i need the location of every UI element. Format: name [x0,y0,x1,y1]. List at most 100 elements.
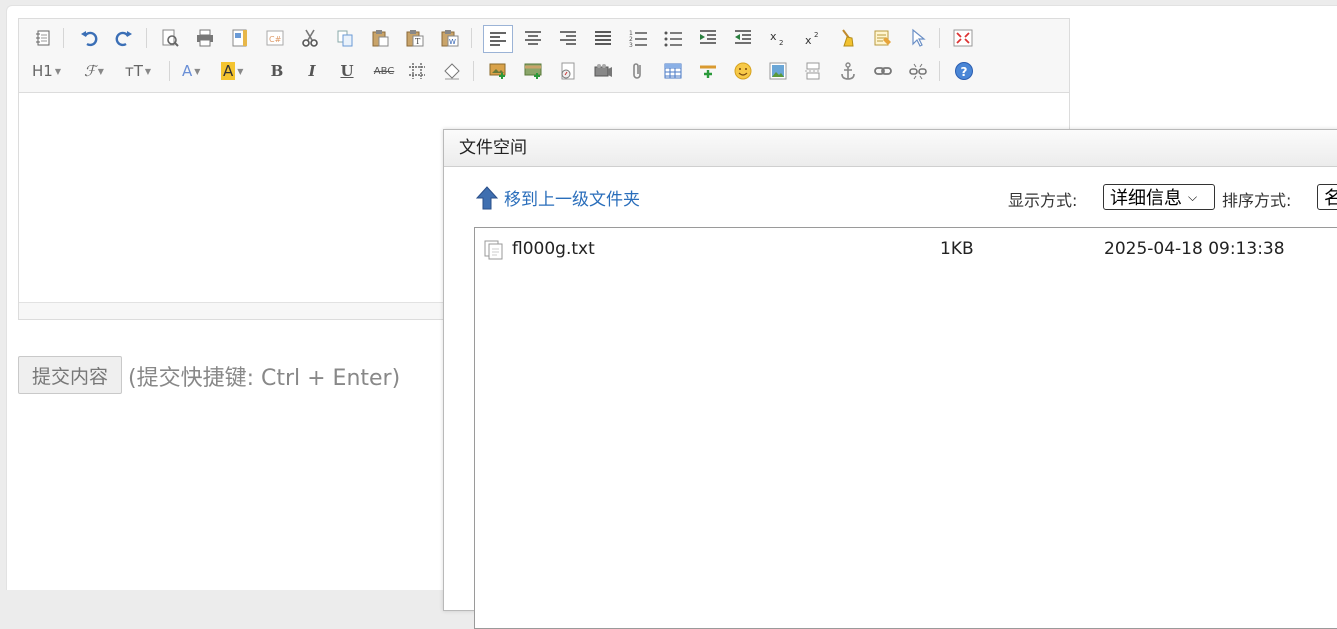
shortcut-hint: (提交快捷键: Ctrl + Enter) [128,366,401,391]
forecolor-dropdown[interactable]: A ▼ [182,59,200,83]
font-family-dropdown[interactable]: ℱ ▼ [84,59,104,83]
svg-text:x: x [770,30,777,43]
template-icon[interactable] [228,26,252,50]
file-name: fl000g.txt [512,239,595,259]
svg-text:2: 2 [814,31,818,39]
link-icon[interactable] [871,59,895,83]
align-justify-icon[interactable] [591,26,615,50]
parent-folder-label: 移到上一级文件夹 [504,190,640,210]
sort-select[interactable]: 名 [1317,184,1337,210]
arrow-up-icon [476,185,498,209]
toolbar-separator [169,61,170,81]
insert-image-icon[interactable] [486,59,510,83]
dialog-title[interactable]: 文件空间 [444,130,1337,167]
dialog-toolbar: 移到上一级文件夹 显示方式: 详细信息 ⌵ 排序方式: 名 [444,167,1337,227]
forecolor-label: A [182,62,193,80]
svg-text:2: 2 [779,39,783,47]
sort-label: 排序方式: [1222,191,1292,210]
font-size-dropdown-label: тT [125,62,143,80]
paste-text-icon[interactable]: T [403,26,427,50]
anchor-icon[interactable] [836,59,860,83]
outdent-icon[interactable] [731,26,755,50]
quickformat-icon[interactable] [871,26,895,50]
file-list: fl000g.txt 1KB 2025-04-18 09:13:38 [474,227,1337,629]
multi-image-icon[interactable] [521,59,545,83]
svg-text:W: W [449,38,456,46]
cut-icon[interactable] [298,26,322,50]
fullscreen-icon[interactable] [951,26,975,50]
chevron-down-icon: ⌵ [1188,189,1198,204]
insert-table-icon[interactable] [661,59,685,83]
emoticon-icon[interactable] [731,59,755,83]
indent-icon[interactable] [696,26,720,50]
svg-text:3: 3 [629,42,633,48]
italic-icon: I [308,62,316,80]
paste-icon[interactable] [368,26,392,50]
file-modified: 2025-04-18 09:13:38 [1104,239,1285,259]
attachment-icon[interactable] [626,59,650,83]
align-left-icon[interactable] [483,25,513,53]
hilitecolor-dropdown[interactable]: A ▼ [221,59,243,83]
chevron-down-icon: ▼ [54,66,61,76]
underline-button[interactable]: U [335,59,359,83]
strikethrough-button[interactable]: ABC [370,59,398,83]
view-mode-value: 详细信息 [1110,188,1182,209]
print-icon[interactable] [193,26,217,50]
paste-word-icon[interactable]: W [438,26,462,50]
eraser-icon[interactable] [440,59,464,83]
unlink-icon[interactable] [906,59,930,83]
align-right-icon[interactable] [556,26,580,50]
subscript-icon[interactable]: x2 [766,26,790,50]
redo-icon[interactable] [112,26,136,50]
help-icon[interactable]: ? [952,59,976,83]
bold-button[interactable]: B [265,59,289,83]
insert-video-icon[interactable] [591,59,615,83]
file-size: 1KB [940,239,974,259]
submit-button[interactable]: 提交内容 [18,356,122,394]
select-all-icon[interactable] [906,26,930,50]
file-space-dialog: 文件空间 移到上一级文件夹 显示方式: 详细信息 ⌵ 排序方式: 名 fl000… [443,129,1337,629]
file-icon [484,240,503,260]
toolbar-separator [939,28,940,48]
chevron-down-icon: ▼ [144,66,152,76]
code-csharp-icon[interactable]: C# [263,26,287,50]
italic-button[interactable]: I [300,59,324,83]
chevron-down-icon: ▼ [97,66,104,76]
insert-flash-icon[interactable] [556,59,580,83]
editor-toolbar: C# T W 1 2 3 x 2 x 2 H1 ▼ ℱ ▼ тT ▼ A ▼ A… [19,19,1069,93]
chevron-down-icon: ▼ [194,66,201,76]
page-break-icon[interactable] [801,59,825,83]
file-row[interactable]: fl000g.txt 1KB 2025-04-18 09:13:38 [475,236,1337,264]
hilitecolor-label: A [221,62,236,80]
parent-folder-link[interactable]: 移到上一级文件夹 [476,185,640,210]
align-center-icon[interactable] [521,26,545,50]
toolbar-separator [939,61,940,81]
toolbar-separator [146,28,147,48]
underline-icon: U [340,62,354,80]
sort-value: 名 [1324,188,1337,209]
bold-icon: B [270,62,284,80]
heading-dropdown-label: H1 [32,62,53,80]
preview-icon[interactable] [158,26,182,50]
undo-icon[interactable] [77,26,101,50]
insert-row-icon[interactable] [696,59,720,83]
font-family-dropdown-label: ℱ [84,62,96,80]
font-size-dropdown[interactable]: тT ▼ [125,59,151,83]
svg-text:?: ? [961,65,968,79]
copy-icon[interactable] [333,26,357,50]
image-gallery-icon[interactable] [766,59,790,83]
clear-format-icon[interactable] [836,26,860,50]
toolbar-separator [63,28,64,48]
view-mode-label: 显示方式: [1008,191,1078,210]
unordered-list-icon[interactable] [661,26,685,50]
heading-dropdown[interactable]: H1 ▼ [32,59,61,83]
view-mode-select[interactable]: 详细信息 ⌵ [1103,184,1215,210]
svg-text:C#: C# [269,35,282,44]
svg-text:T: T [415,37,421,46]
horizontal-rule-icon[interactable] [405,59,429,83]
source-icon[interactable] [31,26,55,50]
strikethrough-icon: ABC [373,65,395,77]
toolbar-separator [471,28,472,48]
superscript-icon[interactable]: x2 [801,26,825,50]
ordered-list-icon[interactable]: 123 [626,26,650,50]
